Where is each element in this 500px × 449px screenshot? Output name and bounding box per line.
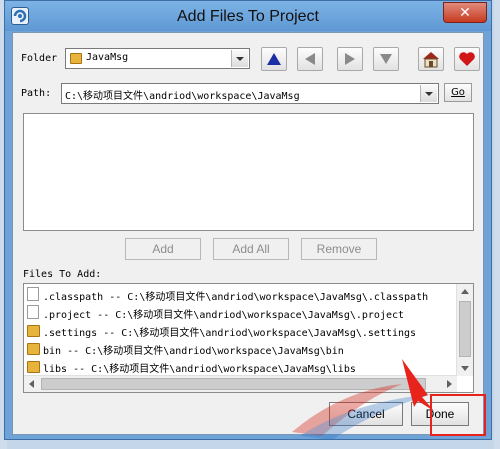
list-item[interactable]: bin -- C:\移动项目文件\andriod\workspace\JavaM… [27, 340, 457, 358]
home-button[interactable] [418, 47, 444, 71]
desktop-right-edge [494, 0, 500, 449]
files-to-add-label: Files To Add: [23, 269, 102, 280]
up-level-button[interactable] [261, 47, 287, 71]
add-all-button[interactable]: Add All [213, 238, 289, 260]
folder-select[interactable]: JavaMsg [65, 48, 250, 69]
vertical-scroll-thumb[interactable] [459, 301, 471, 357]
scroll-up-icon[interactable] [457, 284, 473, 300]
folder-value: JavaMsg [86, 52, 129, 63]
list-item[interactable]: .settings -- C:\移动项目文件\andriod\workspace… [27, 322, 457, 340]
folder-label: Folder [21, 53, 58, 64]
path-value: C:\移动项目文件\andriod\workspace\JavaMsg [65, 91, 300, 102]
favorites-button[interactable] [454, 47, 480, 71]
forward-button[interactable] [337, 47, 363, 71]
heart-icon [459, 52, 475, 66]
left-arrow-icon [305, 53, 315, 65]
remove-button[interactable]: Remove [301, 238, 377, 260]
up-triangle-icon [267, 53, 281, 65]
file-browser-list[interactable] [23, 113, 474, 231]
folder-icon [27, 325, 40, 337]
add-button[interactable]: Add [125, 238, 201, 260]
title-bar[interactable]: Add Files To Project ✕ [5, 1, 491, 31]
folder-dropdown-arrow[interactable] [231, 50, 248, 67]
window-title: Add Files To Project [177, 8, 319, 25]
list-item[interactable]: libs -- C:\移动项目文件\andriod\workspace\Java… [27, 358, 457, 376]
folder-icon [70, 53, 82, 64]
file-icon [27, 287, 39, 301]
scroll-left-icon[interactable] [24, 376, 40, 392]
list-item[interactable]: .project -- C:\移动项目文件\andriod\workspace\… [27, 304, 457, 322]
path-input[interactable]: C:\移动项目文件\andriod\workspace\JavaMsg [61, 83, 439, 104]
right-arrow-icon [345, 53, 355, 65]
path-dropdown-arrow[interactable] [420, 85, 437, 102]
down-arrow-icon [380, 54, 392, 64]
path-label: Path: [21, 88, 52, 99]
scroll-down-icon[interactable] [457, 360, 473, 376]
back-button[interactable] [297, 47, 323, 71]
home-icon [423, 52, 439, 68]
down-button[interactable] [373, 47, 399, 71]
file-icon [27, 305, 39, 319]
done-highlight-box [430, 394, 486, 436]
folder-icon [27, 343, 40, 355]
go-button[interactable]: Go [444, 83, 472, 102]
close-button[interactable]: ✕ [443, 2, 487, 23]
vertical-scrollbar[interactable] [456, 284, 473, 376]
list-item[interactable]: .classpath -- C:\移动项目文件\andriod\workspac… [27, 286, 457, 304]
folder-icon [27, 361, 40, 373]
